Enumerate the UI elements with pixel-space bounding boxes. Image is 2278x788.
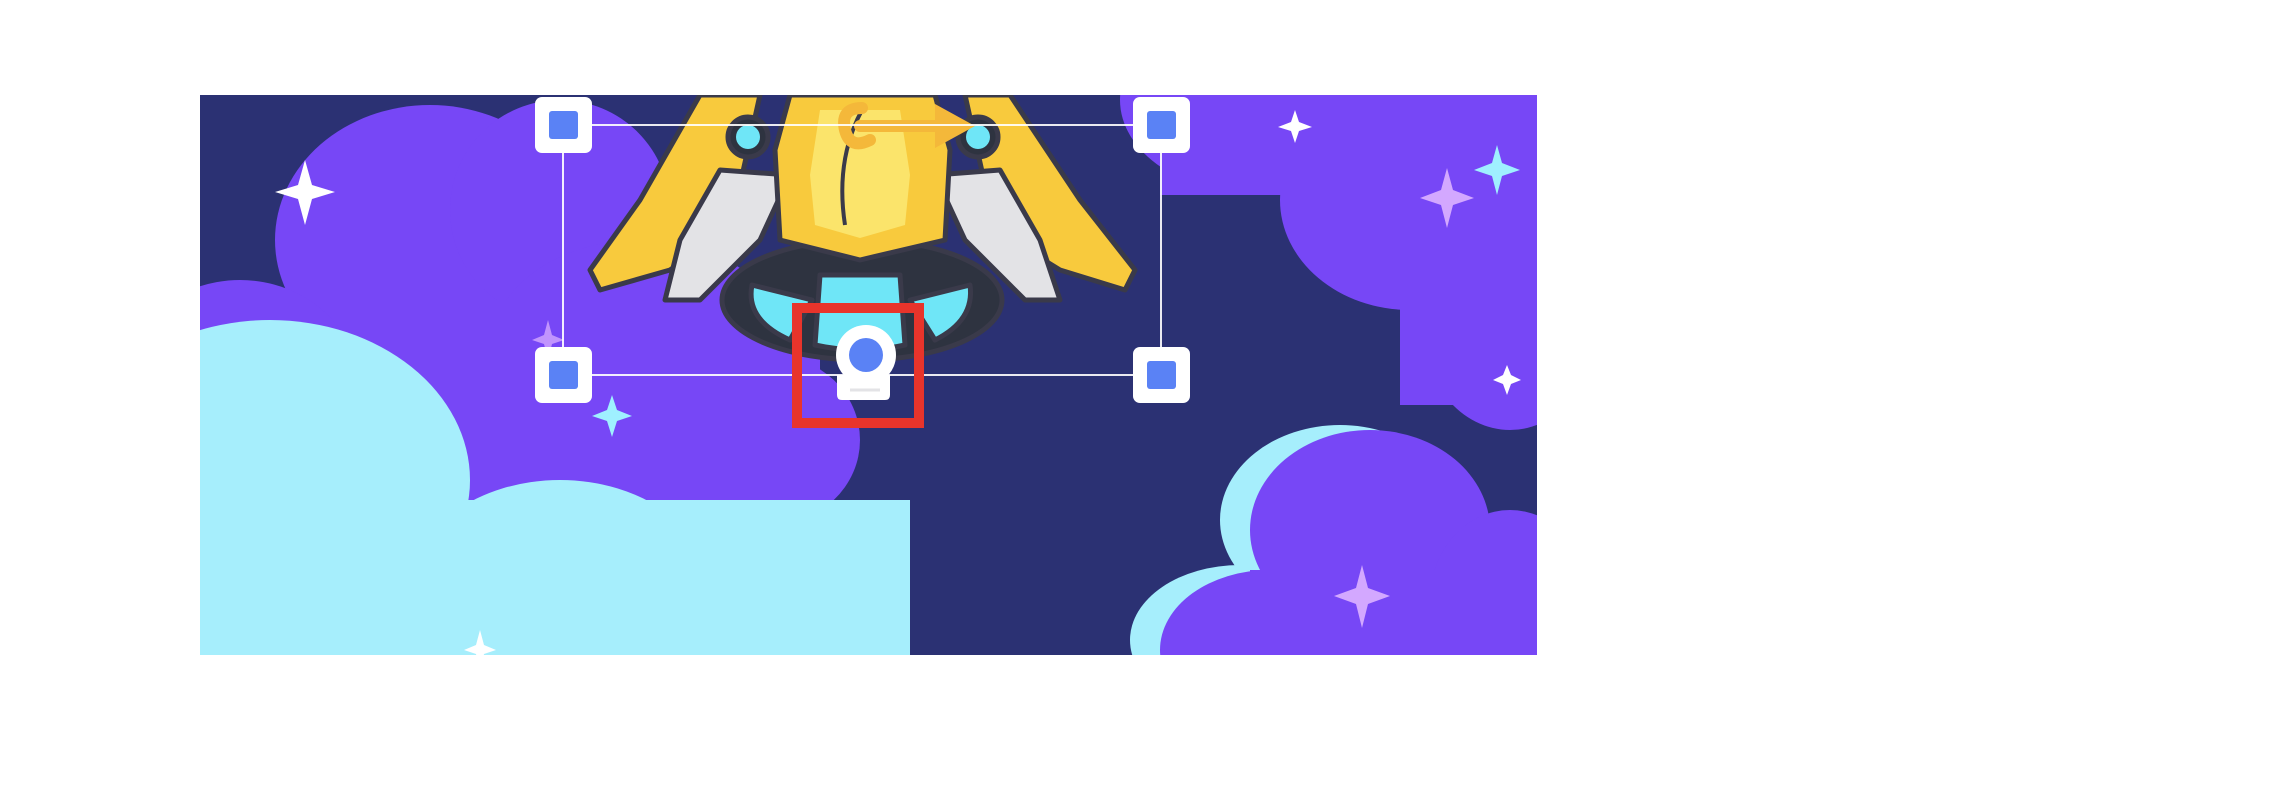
pivot-handle[interactable]	[836, 325, 896, 400]
editor-stage	[0, 0, 2278, 788]
resize-handle-top-left[interactable]	[535, 97, 592, 153]
backdrop-canvas[interactable]	[70, 5, 1600, 755]
stage-svg	[70, 5, 1600, 755]
ship-porthole-left-glass	[736, 125, 760, 149]
resize-handle-bottom-right[interactable]	[1133, 347, 1190, 403]
resize-handle-top-right[interactable]	[1133, 97, 1190, 153]
resize-handle-bottom-left[interactable]	[535, 347, 592, 403]
